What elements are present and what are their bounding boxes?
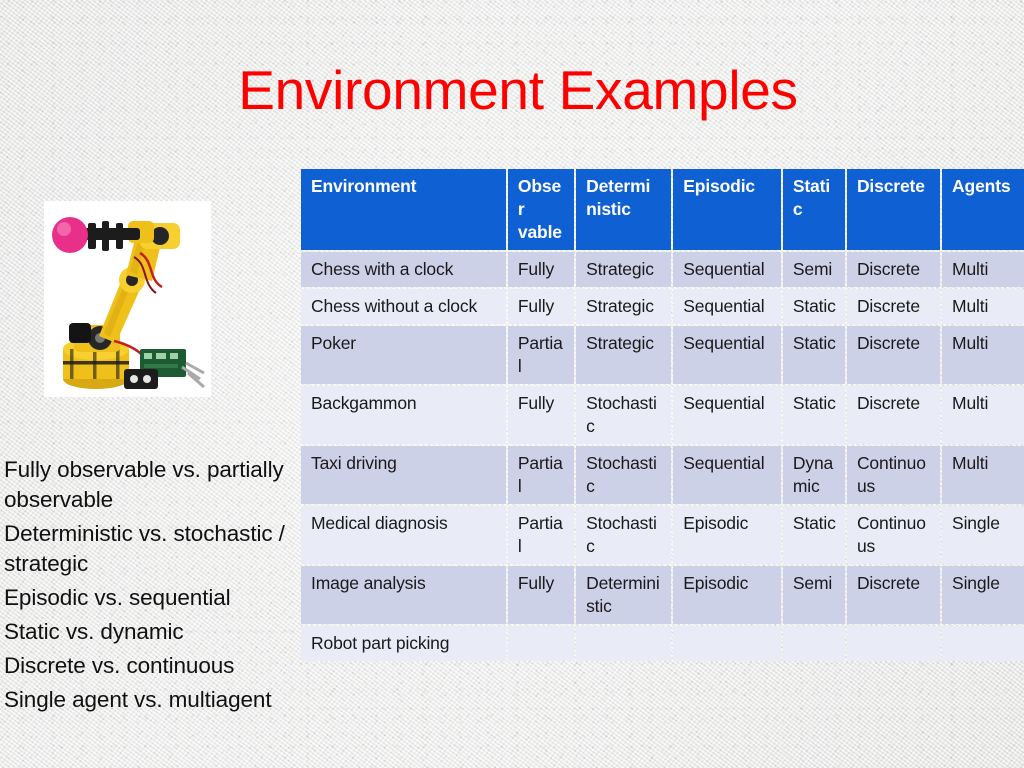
cell-environment: Chess with a clock [301, 252, 506, 287]
cell-episodic [673, 626, 781, 661]
cell-deterministic: Strategic [576, 252, 672, 287]
environment-properties-table: Environment Obser vable Determi nistic E… [299, 167, 1024, 663]
list-item: Episodic vs. sequential [4, 585, 231, 610]
cell-discrete: Discrete [846, 566, 941, 624]
column-header-discrete[interactable]: Discrete [846, 169, 941, 250]
cell-observable [507, 626, 575, 661]
table-header-row: Environment Obser vable Determi nistic E… [301, 169, 1024, 250]
cell-static [782, 626, 845, 661]
cell-agents [942, 626, 1024, 661]
robotic-arm-photo [44, 201, 211, 397]
cell-observable: Partial [507, 446, 575, 504]
cell-static: Static [782, 289, 845, 324]
cell-agents: Multi [942, 386, 1024, 444]
column-header-agents[interactable]: Agents [942, 169, 1024, 250]
cell-deterministic: Stochastic [576, 386, 672, 444]
cell-agents: Multi [942, 446, 1024, 504]
list-item: Discrete vs. continuous [4, 653, 235, 678]
cell-agents: Multi [942, 252, 1024, 287]
list-item: Single agent vs. multiagent [4, 687, 272, 712]
cell-episodic: Sequential [673, 326, 781, 384]
cell-deterministic: Stochastic [576, 506, 672, 564]
robotic-arm-illustration [44, 201, 211, 397]
cell-deterministic: Strategic [576, 289, 672, 324]
cell-episodic: Episodic [673, 566, 781, 624]
cell-environment: Medical diagnosis [301, 506, 506, 564]
cell-episodic: Sequential [673, 252, 781, 287]
cell-observable: Fully [507, 252, 575, 287]
cell-static: Static [782, 326, 845, 384]
table-row: Taxi driving Partial Stochastic Sequenti… [301, 446, 1024, 504]
list-item: Deterministic vs. stochastic / strategic [4, 521, 285, 576]
table-row: Chess without a clock Fully Strategic Se… [301, 289, 1024, 324]
cell-static: Semi [782, 252, 845, 287]
cell-environment: Image analysis [301, 566, 506, 624]
cell-static: Static [782, 386, 845, 444]
cell-static: Dynamic [782, 446, 845, 504]
column-header-deterministic[interactable]: Determi nistic [576, 169, 672, 250]
page-title: Environment Examples [238, 59, 798, 121]
cell-discrete: Continuous [846, 446, 941, 504]
cell-discrete: Discrete [846, 289, 941, 324]
list-item: Fully observable vs. partially observabl… [4, 457, 284, 512]
cell-observable: Partial [507, 326, 575, 384]
table-row: Image analysis Fully Deterministic Episo… [301, 566, 1024, 624]
list-item: Static vs. dynamic [4, 619, 184, 644]
cell-static: Semi [782, 566, 845, 624]
cell-static: Static [782, 506, 845, 564]
cell-environment: Backgammon [301, 386, 506, 444]
cell-discrete: Discrete [846, 252, 941, 287]
column-header-observable[interactable]: Obser vable [507, 169, 575, 250]
column-header-episodic[interactable]: Episodic [673, 169, 781, 250]
cell-agents: Multi [942, 289, 1024, 324]
characteristics-list: Fully observable vs. partially observabl… [4, 455, 291, 719]
column-header-static[interactable]: Static [782, 169, 845, 250]
cell-deterministic [576, 626, 672, 661]
cell-environment: Poker [301, 326, 506, 384]
cell-environment: Chess without a clock [301, 289, 506, 324]
table-row: Poker Partial Strategic Sequential Stati… [301, 326, 1024, 384]
column-header-environment[interactable]: Environment [301, 169, 506, 250]
cell-observable: Partial [507, 506, 575, 564]
cell-episodic: Episodic [673, 506, 781, 564]
cell-episodic: Sequential [673, 386, 781, 444]
table-row: Chess with a clock Fully Strategic Seque… [301, 252, 1024, 287]
cell-deterministic: Deterministic [576, 566, 672, 624]
cell-discrete [846, 626, 941, 661]
cell-agents: Single [942, 566, 1024, 624]
cell-episodic: Sequential [673, 446, 781, 504]
cell-observable: Fully [507, 566, 575, 624]
cell-observable: Fully [507, 289, 575, 324]
cell-deterministic: Stochastic [576, 446, 672, 504]
cell-observable: Fully [507, 386, 575, 444]
slide-canvas: Environment Examples Fully observable vs… [0, 0, 1024, 768]
cell-episodic: Sequential [673, 289, 781, 324]
cell-agents: Multi [942, 326, 1024, 384]
cell-deterministic: Strategic [576, 326, 672, 384]
table-row: Robot part picking [301, 626, 1024, 661]
table-row: Backgammon Fully Stochastic Sequential S… [301, 386, 1024, 444]
cell-agents: Single [942, 506, 1024, 564]
cell-environment: Robot part picking [301, 626, 506, 661]
cell-discrete: Continuous [846, 506, 941, 564]
cell-environment: Taxi driving [301, 446, 506, 504]
cell-discrete: Discrete [846, 326, 941, 384]
table-row: Medical diagnosis Partial Stochastic Epi… [301, 506, 1024, 564]
cell-discrete: Discrete [846, 386, 941, 444]
